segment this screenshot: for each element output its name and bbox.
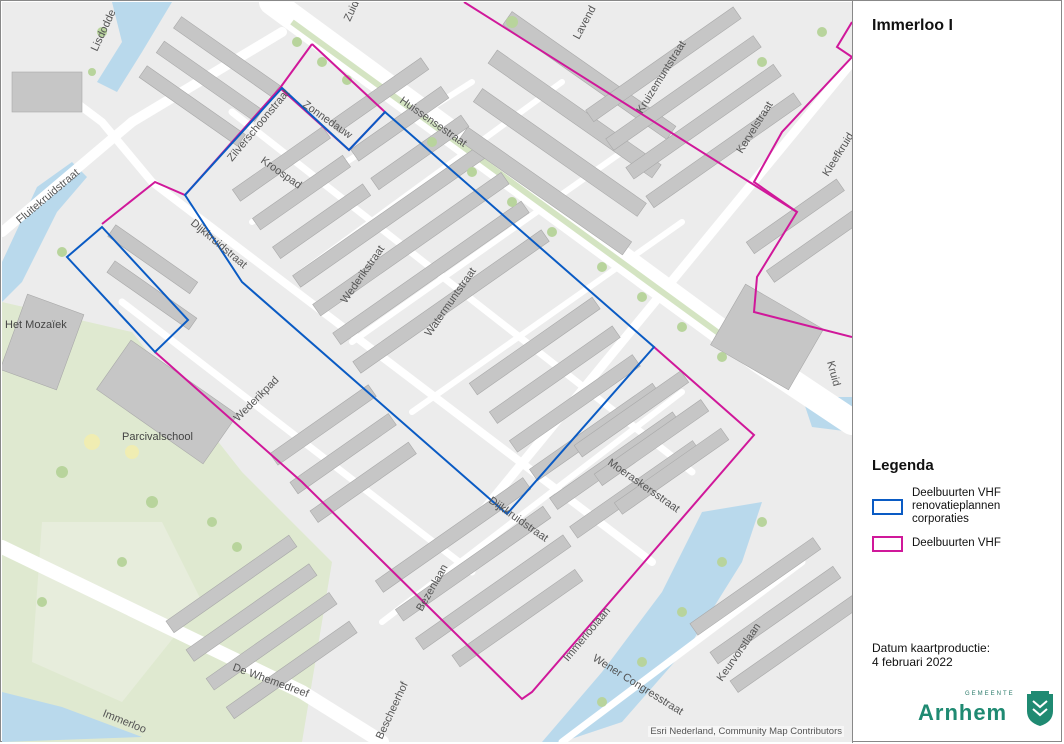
map-svg[interactable]: Lisdodde Zuid Lavend Huissensestraat Kru… (2, 2, 852, 742)
legend-swatch-magenta (872, 536, 903, 552)
map-credits: Esri Nederland, Community Map Contributo… (648, 726, 844, 737)
legend-label-deelbuurten: Deelbuurten VHF (912, 537, 1001, 549)
place-het-mozaiek: Het Mozaïek (5, 319, 67, 331)
production-date-label: Datum kaartproductie: (872, 641, 991, 655)
legend-label-renovatieplannen: Deelbuurten VHF renovatieplannen corpora… (912, 487, 1001, 525)
arnhem-crest-icon (1025, 691, 1055, 732)
production-date: 4 februari 2022 (872, 655, 953, 669)
legend-swatch-blue (872, 499, 903, 515)
place-parcivalschool: Parcivalschool (122, 431, 193, 443)
logo-arnhem-text: Arnhem (918, 700, 1008, 725)
map-title: Immerloo I (872, 17, 953, 34)
legend-panel: Immerloo I Legenda Deelbuurten VHF renov… (853, 1, 1061, 741)
map-canvas[interactable]: Lisdodde Zuid Lavend Huissensestraat Kru… (2, 2, 852, 742)
legend-title: Legenda (872, 457, 934, 474)
map-frame: Lisdodde Zuid Lavend Huissensestraat Kru… (0, 0, 1062, 743)
logo-gemeente-text: GEMEENTE (965, 691, 1015, 697)
